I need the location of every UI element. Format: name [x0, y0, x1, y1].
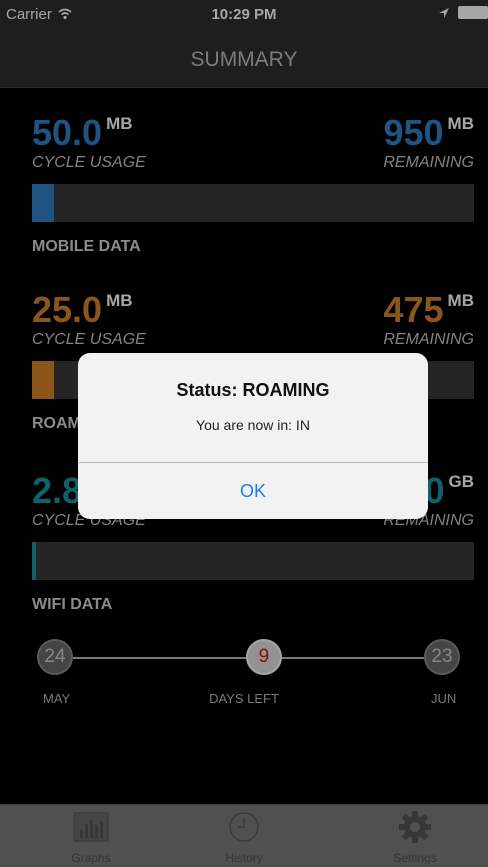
ok-button[interactable]: OK — [78, 463, 428, 519]
alert-title: Status: ROAMING — [176, 380, 330, 400]
roaming-status-alert: Status: ROAMING You are now in: IN OK — [78, 353, 428, 519]
alert-message: You are now in: IN — [196, 417, 310, 433]
